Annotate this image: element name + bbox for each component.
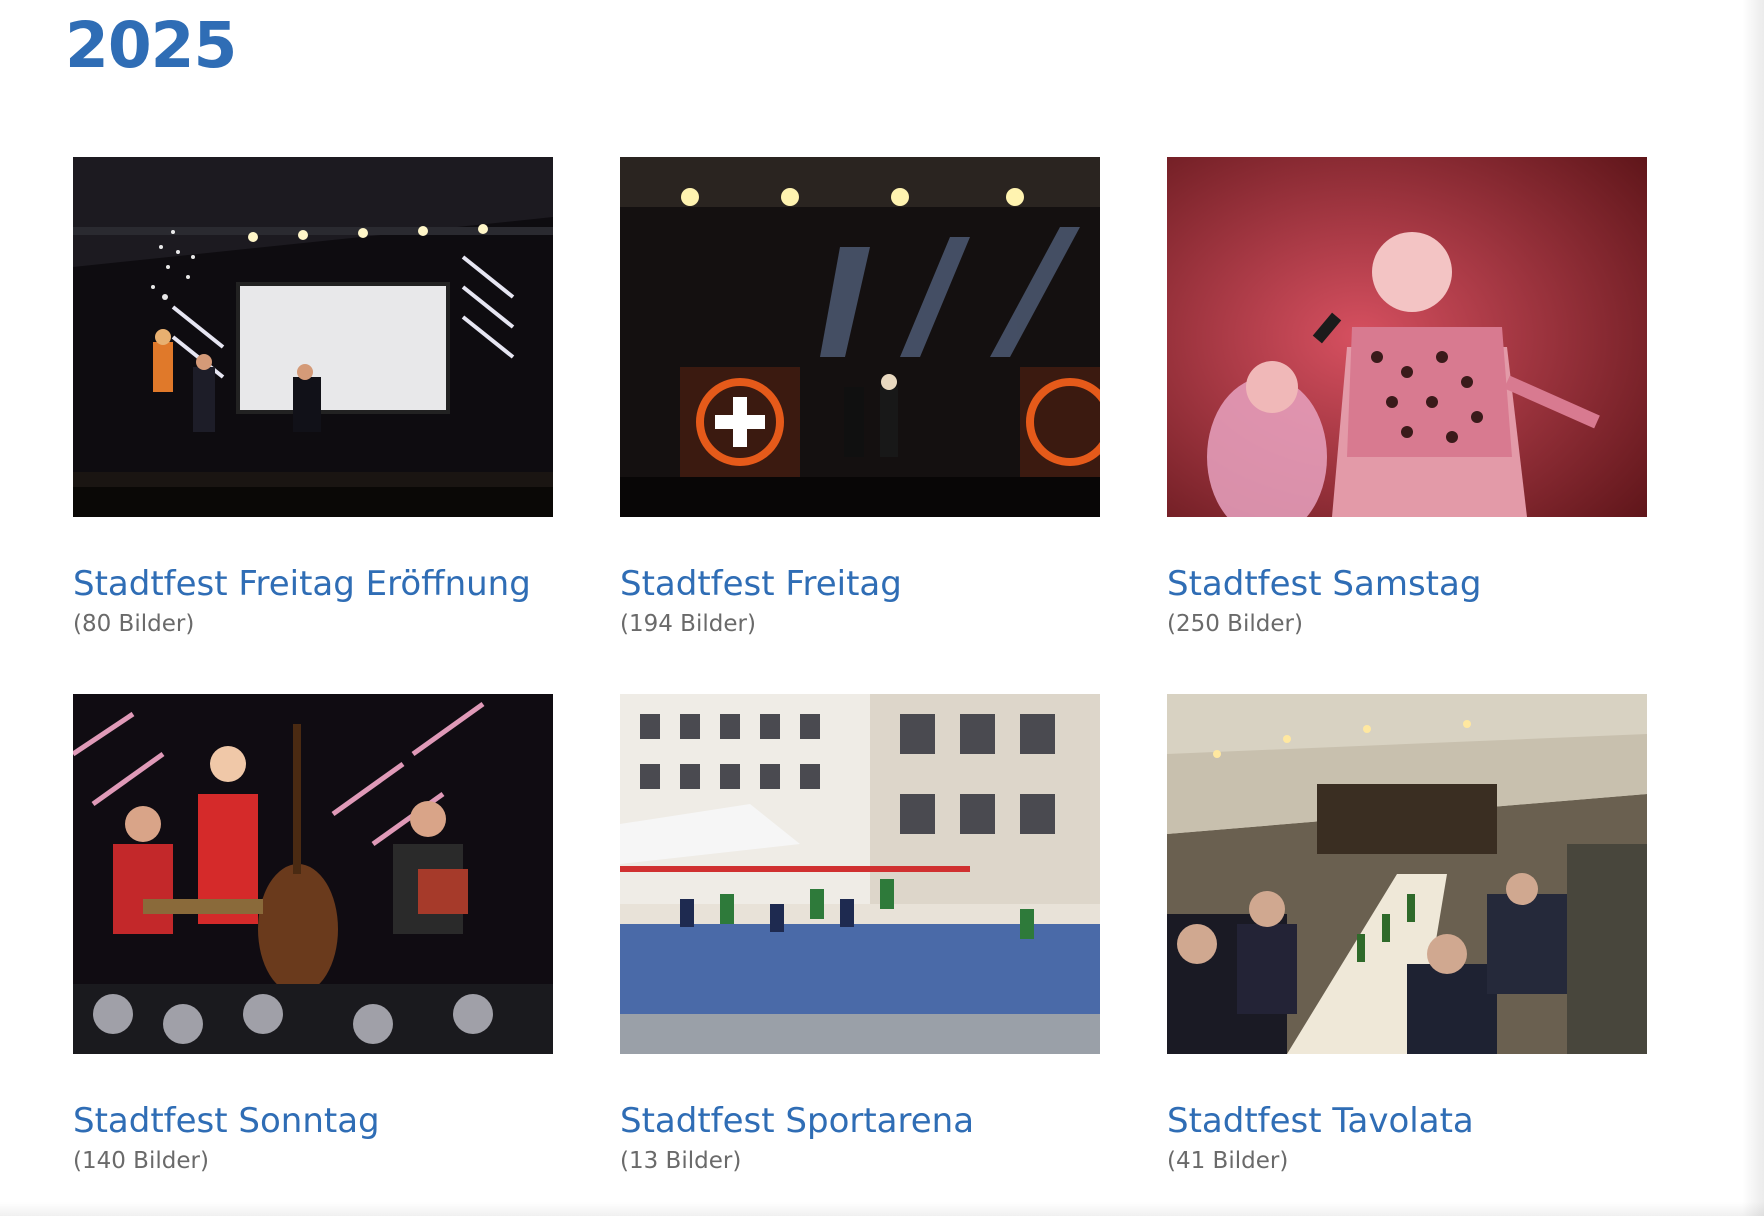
- street-volleyball-image: [620, 694, 1100, 1054]
- gallery-thumbnail[interactable]: [73, 694, 553, 1054]
- gallery-thumbnail[interactable]: [1167, 157, 1647, 517]
- gallery-title-link[interactable]: Stadtfest Samstag: [1167, 564, 1647, 604]
- gallery-thumbnail[interactable]: [620, 694, 1100, 1054]
- tavolata-dinner-image: [1167, 694, 1647, 1054]
- gallery-image-count: (194 Bilder): [620, 611, 756, 637]
- gallery-title-link[interactable]: Stadtfest Sportarena: [620, 1101, 1100, 1141]
- gallery-image-count: (80 Bilder): [73, 611, 195, 637]
- gallery-card-tavolata[interactable]: Stadtfest Tavolata (41 Bilder): [1167, 694, 1647, 1188]
- gallery-title-link[interactable]: Stadtfest Freitag Eröffnung: [73, 564, 553, 604]
- gallery-title-link[interactable]: Stadtfest Freitag: [620, 564, 1100, 604]
- gallery-image-count: (13 Bilder): [620, 1148, 742, 1174]
- rock-concert-image: [620, 157, 1100, 517]
- folk-trio-image: [73, 694, 553, 1054]
- gallery-card-freitag[interactable]: Stadtfest Freitag (194 Bilder): [620, 157, 1100, 651]
- gallery-card-sonntag[interactable]: Stadtfest Sonntag (140 Bilder): [73, 694, 553, 1188]
- page-bottom-shadow: [0, 1202, 1764, 1216]
- gallery-thumbnail[interactable]: [620, 157, 1100, 517]
- gallery-image-count: (140 Bilder): [73, 1148, 209, 1174]
- gallery-grid: Stadtfest Freitag Eröffnung (80 Bilder): [73, 157, 1649, 1188]
- gallery-card-samstag[interactable]: Stadtfest Samstag (250 Bilder): [1167, 157, 1647, 651]
- section-year-heading: 2025: [65, 9, 237, 82]
- page-edge-shadow: [1742, 0, 1764, 1216]
- gallery-title-link[interactable]: Stadtfest Sonntag: [73, 1101, 553, 1141]
- gallery-image-count: (250 Bilder): [1167, 611, 1303, 637]
- gallery-card-sportarena[interactable]: Stadtfest Sportarena (13 Bilder): [620, 694, 1100, 1188]
- gallery-thumbnail[interactable]: [73, 157, 553, 517]
- singer-image: [1167, 157, 1647, 517]
- gallery-image-count: (41 Bilder): [1167, 1148, 1289, 1174]
- gallery-card-freitag-eroeffnung[interactable]: Stadtfest Freitag Eröffnung (80 Bilder): [73, 157, 553, 651]
- gallery-thumbnail[interactable]: [1167, 694, 1647, 1054]
- stage-show-image: [73, 157, 553, 517]
- gallery-title-link[interactable]: Stadtfest Tavolata: [1167, 1101, 1647, 1141]
